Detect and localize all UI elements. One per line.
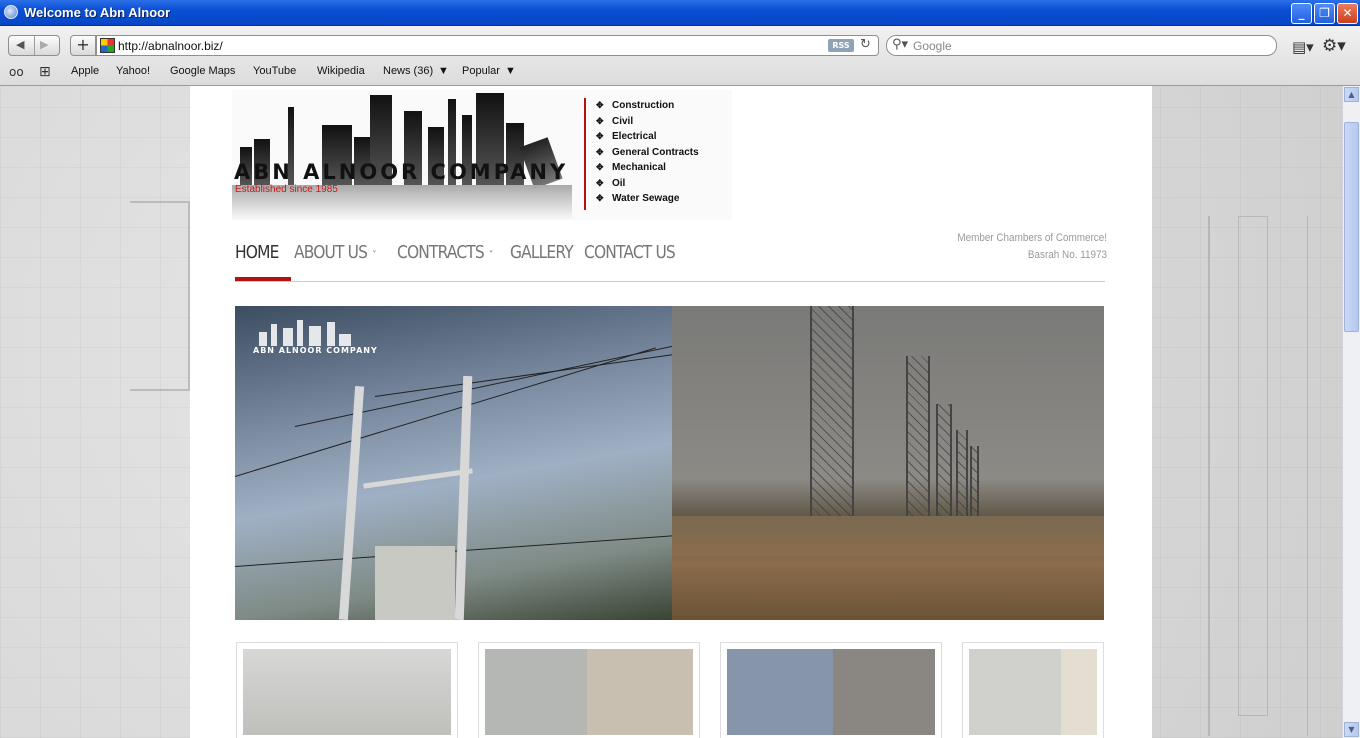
page-menu-icon[interactable]: ▤▾ [1292,38,1314,56]
bookmark-popular[interactable]: Popular [462,65,500,77]
company-logo[interactable]: ABN ALNOOR COMPANY Established since 198… [232,90,732,220]
membership-line2: Basrah No. 11973 [1027,249,1107,261]
window-titlebar: Welcome to Abn Alnoor _ ❐ ✕ [0,0,1360,26]
bookmark-apple[interactable]: Apple [71,65,99,77]
services-list: ✥ Construction ✥ Civil ✥ Electrical ✥ Genera… [596,100,699,209]
bookmark-news[interactable]: News (36) [383,65,433,77]
nav-contracts[interactable]: CONTRACTS ˅ [397,242,493,263]
popular-dropdown-icon[interactable]: ▼ [505,65,516,77]
reading-list-icon[interactable]: oo [9,65,24,79]
service-item: ✥ Construction [596,100,675,111]
nav-about-us[interactable]: ABOUT US ˅ [294,242,377,263]
bookmark-wikipedia[interactable]: Wikipedia [317,65,365,77]
chevron-down-icon: ˅ [488,250,493,261]
forward-button[interactable]: ▶ [40,38,48,51]
hero-slider[interactable]: ABN ALNOOR COMPANY [235,306,1104,620]
scrollbar-thumb[interactable] [1344,122,1359,332]
bookmarks-icon[interactable]: ⊞ [39,64,51,80]
nav-gallery[interactable]: GALLERY [510,242,574,263]
site-favicon-icon [100,38,115,53]
slide-image-towers [672,306,1104,620]
slider-logo-graphic [257,318,352,346]
nav-contact-us[interactable]: CONTACT US [584,242,676,263]
background-sketch [130,201,190,391]
gallery-thumbnail[interactable] [478,642,700,738]
web-viewport: ABN ALNOOR COMPANY Established since 198… [0,86,1342,738]
service-item: ✥ Water Sewage [596,193,680,204]
gallery-thumbnail[interactable] [720,642,942,738]
service-item: ✥ Electrical [596,131,657,142]
search-field[interactable]: ⚲▾ Google [886,35,1277,56]
logo-title: ABN ALNOOR COMPANY [234,160,569,184]
reload-icon[interactable]: ↻ [860,37,871,52]
service-item: ✥ Oil [596,177,626,189]
logo-subtitle: Established since 1985 [235,184,338,195]
background-sketch [1238,216,1268,716]
add-bookmark-button[interactable]: + [70,35,96,56]
gallery-thumbnail[interactable] [962,642,1104,738]
chevron-down-icon: ˅ [372,250,376,261]
browser-app-icon [4,5,18,19]
url-text[interactable]: http://abnalnoor.biz/ [118,39,223,53]
news-dropdown-icon[interactable]: ▼ [438,65,449,77]
browser-toolbar: ◀ ▶ + http://abnalnoor.biz/ RSS ↻ ⚲▾ Goo… [0,26,1360,86]
scroll-down-icon[interactable]: ▼ [1344,722,1359,737]
active-nav-indicator [235,277,291,281]
search-icon[interactable]: ⚲▾ [892,37,908,52]
minimize-button[interactable]: _ [1291,3,1312,24]
bookmark-yahoo[interactable]: Yahoo! [116,65,150,77]
slider-logo-text: ABN ALNOOR COMPANY [253,346,378,355]
gallery-thumbnail[interactable] [236,642,458,738]
service-item: ✥ Civil [596,115,634,127]
bookmarks-bar: oo ⊞ Apple Yahoo! Google Maps YouTube Wi… [0,63,1360,83]
slide-image-power-lines: ABN ALNOOR COMPANY [235,306,687,620]
back-forward-group: ◀ ▶ [8,35,60,56]
bookmark-youtube[interactable]: YouTube [253,65,296,77]
address-bar[interactable]: http://abnalnoor.biz/ RSS ↻ [96,35,879,56]
search-placeholder: Google [913,39,952,53]
service-item: ✥ Mechanical [596,162,666,173]
service-item: ✥ General Contracts [596,146,699,158]
membership-info: Member Chambers of Commerce! Basrah No. … [912,230,1107,264]
bookmark-google-maps[interactable]: Google Maps [170,65,235,77]
page-container: ABN ALNOOR COMPANY Established since 198… [190,86,1152,738]
scroll-up-icon[interactable]: ▲ [1344,87,1359,102]
logo-divider [584,98,586,210]
gear-icon[interactable]: ⚙▾ [1322,36,1346,56]
back-button[interactable]: ◀ [16,38,24,51]
nav-home[interactable]: HOME [235,242,279,263]
rss-button[interactable]: RSS [828,39,854,52]
maximize-button[interactable]: ❐ [1314,3,1335,24]
close-button[interactable]: ✕ [1337,3,1358,24]
vertical-scrollbar[interactable]: ▲ ▼ [1342,86,1360,738]
window-title: Welcome to Abn Alnoor [24,5,171,20]
membership-line1: Member Chambers of Commerce! [957,232,1107,244]
